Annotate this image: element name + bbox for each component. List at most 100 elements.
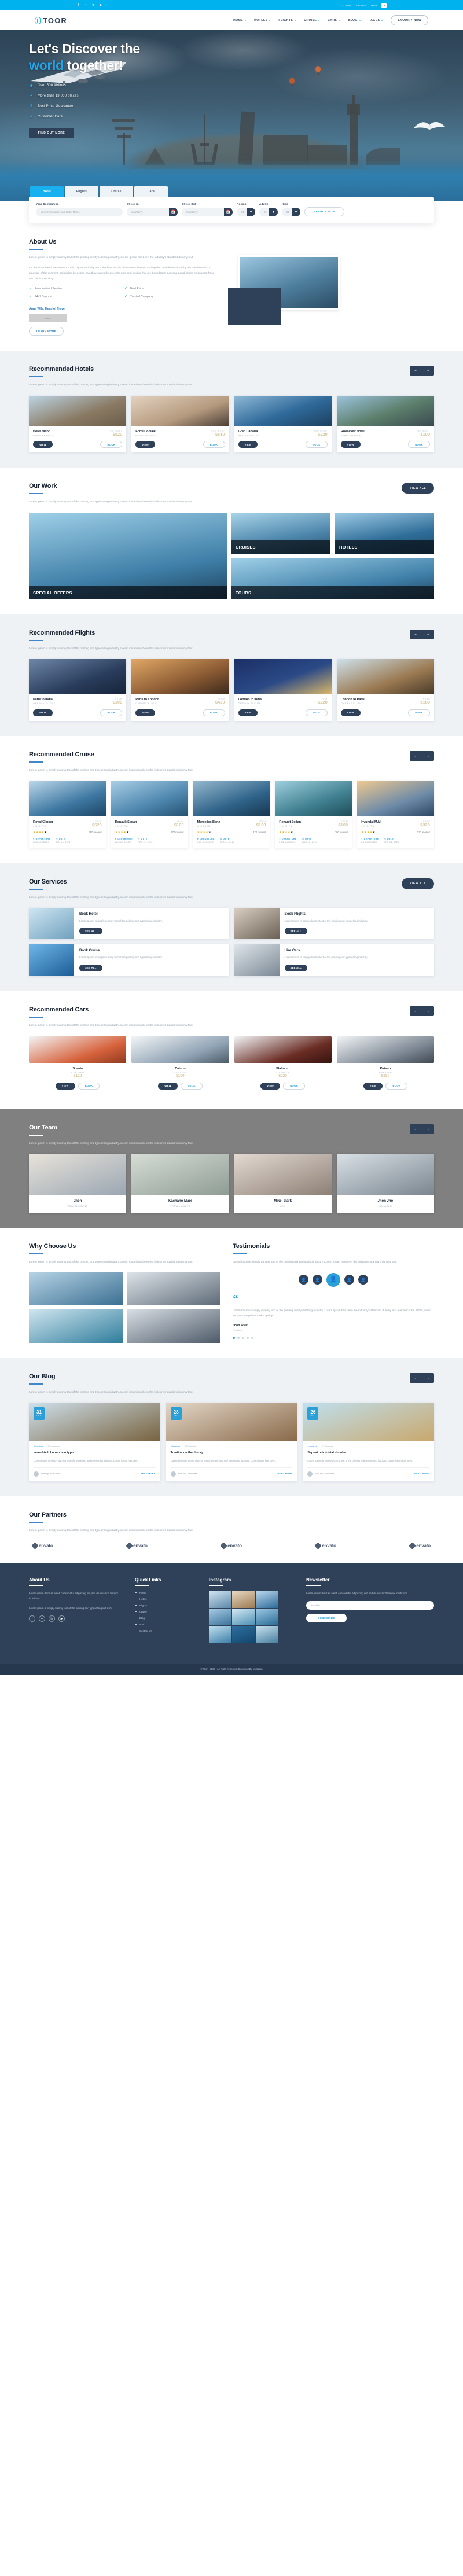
chevron-down-icon[interactable]: ▾ <box>247 208 255 216</box>
view-button[interactable]: VIEW <box>158 1082 178 1090</box>
next-arrow-icon[interactable]: → <box>422 1373 434 1383</box>
destination-input[interactable]: Your Destination and Hotel Name <box>36 208 123 216</box>
see-all-button[interactable]: SEE ALL <box>79 928 102 935</box>
hotel-card[interactable]: Hotel Hilton PARIS FRANCE PER NIGHT $520 V… <box>29 395 127 453</box>
dot[interactable] <box>233 1336 235 1339</box>
avatar-active[interactable]: 👤 <box>326 1272 340 1287</box>
service-card[interactable]: Book Hotel Lorem Ipsum is simply dummy t… <box>29 908 229 940</box>
view-button[interactable]: VIEW <box>135 441 156 448</box>
book-button[interactable]: BOOK <box>203 709 225 716</box>
next-arrow-icon[interactable]: → <box>422 366 434 376</box>
read-more-link[interactable]: READ MORE <box>277 1473 292 1475</box>
cruise-card[interactable]: Hyundai M.M. 4 NIGHTS FROM $320 ★★★★★ 210 … <box>357 781 434 848</box>
nav-item-pages[interactable]: PAGES <box>369 19 384 22</box>
nav-item-hotels[interactable]: HOTELS <box>254 19 271 22</box>
nav-item-cruise[interactable]: CRUISE <box>304 19 321 22</box>
flight-card[interactable]: Paris to India ONEWAY FLIGHT FROM $100 VIE… <box>29 659 127 721</box>
rooms-select[interactable]: 01 ▾ <box>237 208 255 216</box>
currency-select[interactable] <box>381 3 387 8</box>
instagram-thumb[interactable] <box>255 1591 278 1609</box>
youtube-icon[interactable]: ▶ <box>99 3 103 8</box>
flight-card[interactable]: London to Paris ONEWAY FLIGHT FROM $180 VI… <box>336 659 434 721</box>
dot[interactable] <box>251 1336 253 1339</box>
partner-logo[interactable]: envato <box>31 1541 53 1550</box>
next-arrow-icon[interactable]: → <box>422 630 434 639</box>
blog-card[interactable]: 28 DEC Adventure 5 Comments Treatina on th… <box>166 1403 297 1481</box>
tab-cruise[interactable]: Cruise <box>100 186 133 197</box>
instagram-thumb[interactable] <box>232 1591 255 1609</box>
linkedin-icon[interactable]: in <box>91 3 95 8</box>
facebook-icon[interactable]: f <box>76 3 80 8</box>
tab-cars[interactable]: Cars <box>134 186 168 197</box>
instagram-thumb[interactable] <box>255 1626 278 1643</box>
facebook-icon[interactable]: f <box>29 1615 35 1622</box>
service-card[interactable]: Hire Cars Lorem Ipsum is simply dummy te… <box>234 944 434 976</box>
hotel-card[interactable]: Forte Do Vale PARIS FRANCE PER NIGHT $610 … <box>131 395 229 453</box>
book-button[interactable]: BOOK <box>305 441 328 448</box>
cruise-card[interactable]: Renault Sedan 4 NIGHTS FROM $100 ★★★★★ 190… <box>275 781 352 848</box>
prev-arrow-icon[interactable]: ← <box>410 751 422 761</box>
avatar[interactable]: 👤 <box>313 1275 322 1285</box>
work-tile-hotels[interactable]: HOTELS <box>335 512 434 554</box>
twitter-icon[interactable]: ✦ <box>39 1615 45 1622</box>
avatar[interactable]: 👤 <box>358 1275 368 1285</box>
book-button[interactable]: BOOK <box>305 709 328 716</box>
team-card[interactable]: Jhon Jho MANAGER <box>336 1154 434 1213</box>
dot[interactable] <box>242 1336 244 1339</box>
prev-arrow-icon[interactable]: ← <box>410 366 422 376</box>
kids-select[interactable]: 01 ▾ <box>282 208 300 216</box>
work-view-all-button[interactable]: VIEW ALL <box>402 483 434 494</box>
instagram-thumb[interactable] <box>209 1591 232 1609</box>
flight-card[interactable]: London to India ONEWAY FLIGHT FROM $220 VI… <box>234 659 332 721</box>
see-all-button[interactable]: SEE ALL <box>284 928 308 935</box>
chevron-down-icon[interactable]: ▾ <box>269 208 278 216</box>
footer-link-home[interactable]: Home <box>135 1591 199 1594</box>
footer-link-hotels[interactable]: Hotels <box>135 1598 199 1600</box>
work-tile-cruises[interactable]: CRUISES <box>232 512 330 554</box>
checkout-input[interactable]: mm/dd/yy 📅 <box>182 208 233 216</box>
partner-logo[interactable]: envato <box>126 1541 148 1550</box>
prev-arrow-icon[interactable]: ← <box>410 1006 422 1016</box>
read-more-link[interactable]: READ MORE <box>141 1473 156 1475</box>
adults-select[interactable]: 01 ▾ <box>259 208 278 216</box>
view-button[interactable]: VIEW <box>33 709 53 716</box>
prev-arrow-icon[interactable]: ← <box>410 1373 422 1383</box>
dot[interactable] <box>247 1336 249 1339</box>
view-button[interactable]: VIEW <box>33 441 53 448</box>
next-arrow-icon[interactable]: → <box>422 751 434 761</box>
dot[interactable] <box>237 1336 240 1339</box>
car-card[interactable]: Scania 4 SEATER $120 VIEW BOOK <box>29 1036 127 1094</box>
nav-item-cars[interactable]: CARS <box>328 19 341 22</box>
view-button[interactable]: VIEW <box>340 709 361 716</box>
twitter-icon[interactable]: ✦ <box>84 3 88 8</box>
newsletter-email-input[interactable]: Email I'd <box>306 1600 434 1610</box>
footer-link-404[interactable]: 404 <box>135 1623 199 1626</box>
search-now-button[interactable]: SEARCH NOW <box>304 207 345 216</box>
partner-logo[interactable]: envato <box>409 1541 431 1550</box>
work-tile-special-offers[interactable]: SPECIAL OFFERS <box>29 512 227 599</box>
avatar[interactable]: 👤 <box>299 1275 308 1285</box>
next-arrow-icon[interactable]: → <box>422 1006 434 1016</box>
book-button[interactable]: BOOK <box>100 709 123 716</box>
footer-link-blog[interactable]: Blog <box>135 1617 199 1620</box>
service-card[interactable]: Book Flights Lorem Ipsum is simply dummy… <box>234 908 434 940</box>
view-button[interactable]: VIEW <box>340 441 361 448</box>
car-card[interactable]: Datsun 4 SEATER $180 VIEW BOOK <box>336 1036 434 1094</box>
view-button[interactable]: VIEW <box>238 441 258 448</box>
hotel-card[interactable]: Roosevelt Hotel PARIS FRANCE PER NIGHT $10… <box>336 395 434 453</box>
logo[interactable]: TOOR <box>35 16 67 25</box>
next-arrow-icon[interactable]: → <box>422 1124 434 1134</box>
book-button[interactable]: BOOK <box>408 441 430 448</box>
book-button[interactable]: BOOK <box>385 1082 408 1090</box>
instagram-thumb[interactable] <box>232 1609 255 1626</box>
view-button[interactable]: VIEW <box>260 1082 281 1090</box>
book-button[interactable]: BOOK <box>283 1082 305 1090</box>
chevron-down-icon[interactable]: ▾ <box>292 208 300 216</box>
instagram-thumb[interactable] <box>209 1609 232 1626</box>
view-button[interactable]: VIEW <box>135 709 156 716</box>
prev-arrow-icon[interactable]: ← <box>410 630 422 639</box>
subscribe-button[interactable]: SUBSCRIBE <box>306 1613 347 1622</box>
instagram-thumb[interactable] <box>209 1626 232 1643</box>
instagram-thumb[interactable] <box>255 1609 278 1626</box>
team-card[interactable]: Kachano Maoi TRAVEL AGENT <box>131 1154 229 1213</box>
